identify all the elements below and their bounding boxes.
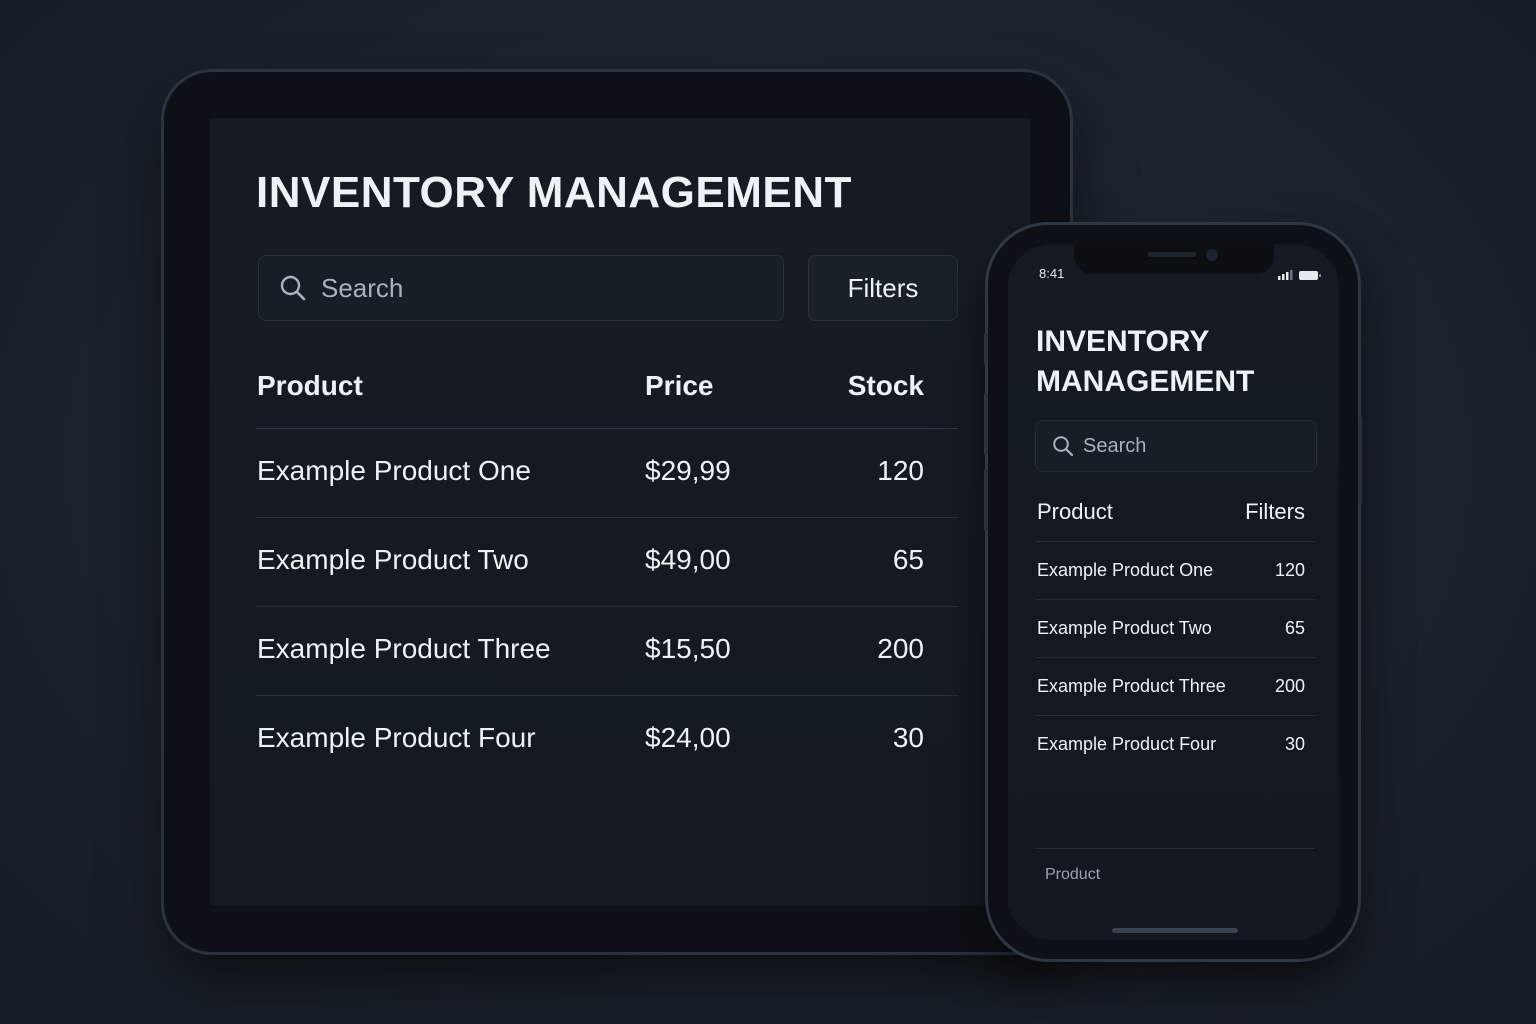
product-price: $49,00 [645, 544, 731, 575]
front-camera [1206, 249, 1218, 261]
column-header-price[interactable]: Price [645, 370, 714, 402]
product-stock: 200 [1274, 676, 1305, 696]
search-input[interactable]: Search [258, 255, 784, 321]
volume-down-button [984, 469, 988, 531]
product-name: Example Product Two [1037, 618, 1212, 638]
product-stock: 30 [1284, 734, 1305, 754]
table-row[interactable]: Example Product One 120 [1036, 542, 1315, 600]
tablet-screen: INVENTORY MANAGEMENT Search Filters Prod… [210, 118, 1030, 906]
product-price: $24,00 [645, 722, 731, 753]
battery-icon [1299, 271, 1321, 280]
inventory-table: Product Price Stock Example Product One … [256, 358, 958, 784]
product-name: Example Product Four [1037, 734, 1217, 754]
search-icon [279, 274, 307, 307]
power-button [1358, 417, 1362, 505]
title-line-1: INVENTORY [1036, 325, 1210, 358]
product-stock: 65 [892, 544, 924, 575]
column-header-stock[interactable]: Stock [848, 370, 924, 402]
table-row[interactable]: Example Product Two $49,00 65 [256, 518, 958, 607]
filters-button[interactable]: Filters [1245, 499, 1305, 525]
status-time: 8:41 [1039, 266, 1065, 281]
search-icon [1052, 435, 1074, 462]
speaker [1148, 252, 1196, 257]
bottom-divider [1036, 848, 1315, 849]
column-header-product[interactable]: Product [257, 370, 363, 402]
table-row[interactable]: Example Product Three $15,50 200 [256, 607, 958, 696]
product-stock: 65 [1284, 618, 1305, 638]
mute-switch [984, 333, 988, 365]
inventory-table: Product Filters Example Product One 120 … [1036, 492, 1315, 773]
notch [1074, 244, 1274, 274]
product-stock: 30 [892, 722, 924, 753]
search-placeholder: Search [321, 273, 404, 303]
product-price: $29,99 [645, 455, 731, 486]
search-placeholder: Search [1083, 435, 1147, 457]
table-header: Product Filters [1036, 492, 1315, 542]
product-stock: 200 [877, 633, 924, 664]
product-stock: 120 [877, 455, 924, 486]
bottom-tab-product[interactable]: Product [1045, 866, 1100, 884]
product-name: Example Product One [1037, 560, 1214, 580]
product-stock: 120 [1274, 560, 1305, 580]
product-name: Example Product Two [257, 544, 529, 575]
volume-up-button [984, 393, 988, 455]
search-input[interactable]: Search [1035, 420, 1317, 472]
signal-icon [1278, 270, 1293, 280]
table-row[interactable]: Example Product Four $24,00 30 [256, 696, 958, 784]
product-name: Example Product Three [1037, 676, 1226, 696]
tablet-device: INVENTORY MANAGEMENT Search Filters Prod… [164, 72, 1070, 952]
product-price: $15,50 [645, 633, 731, 664]
table-row[interactable]: Example Product Two 65 [1036, 600, 1315, 658]
status-icons [1278, 268, 1322, 286]
table-row[interactable]: Example Product One $29,99 120 [256, 429, 958, 518]
phone-screen: 8:41 INVENTORY MANAGEMENT Search Product… [1008, 244, 1339, 940]
home-indicator[interactable] [1112, 928, 1238, 933]
table-row[interactable]: Example Product Four 30 [1036, 716, 1315, 773]
table-row[interactable]: Example Product Three 200 [1036, 658, 1315, 716]
page-title: INVENTORY MANAGEMENT [256, 168, 852, 217]
phone-device: 8:41 INVENTORY MANAGEMENT Search Product… [984, 225, 1362, 959]
product-name: Example Product One [257, 455, 531, 486]
title-line-2: MANAGEMENT [1036, 365, 1255, 398]
page-title: INVENTORY MANAGEMENT [1036, 322, 1254, 402]
table-header: Product Price Stock [256, 358, 958, 429]
product-name: Example Product Four [257, 722, 536, 753]
filters-button[interactable]: Filters [808, 255, 958, 321]
column-header-product[interactable]: Product [1037, 499, 1113, 525]
product-name: Example Product Three [257, 633, 551, 664]
